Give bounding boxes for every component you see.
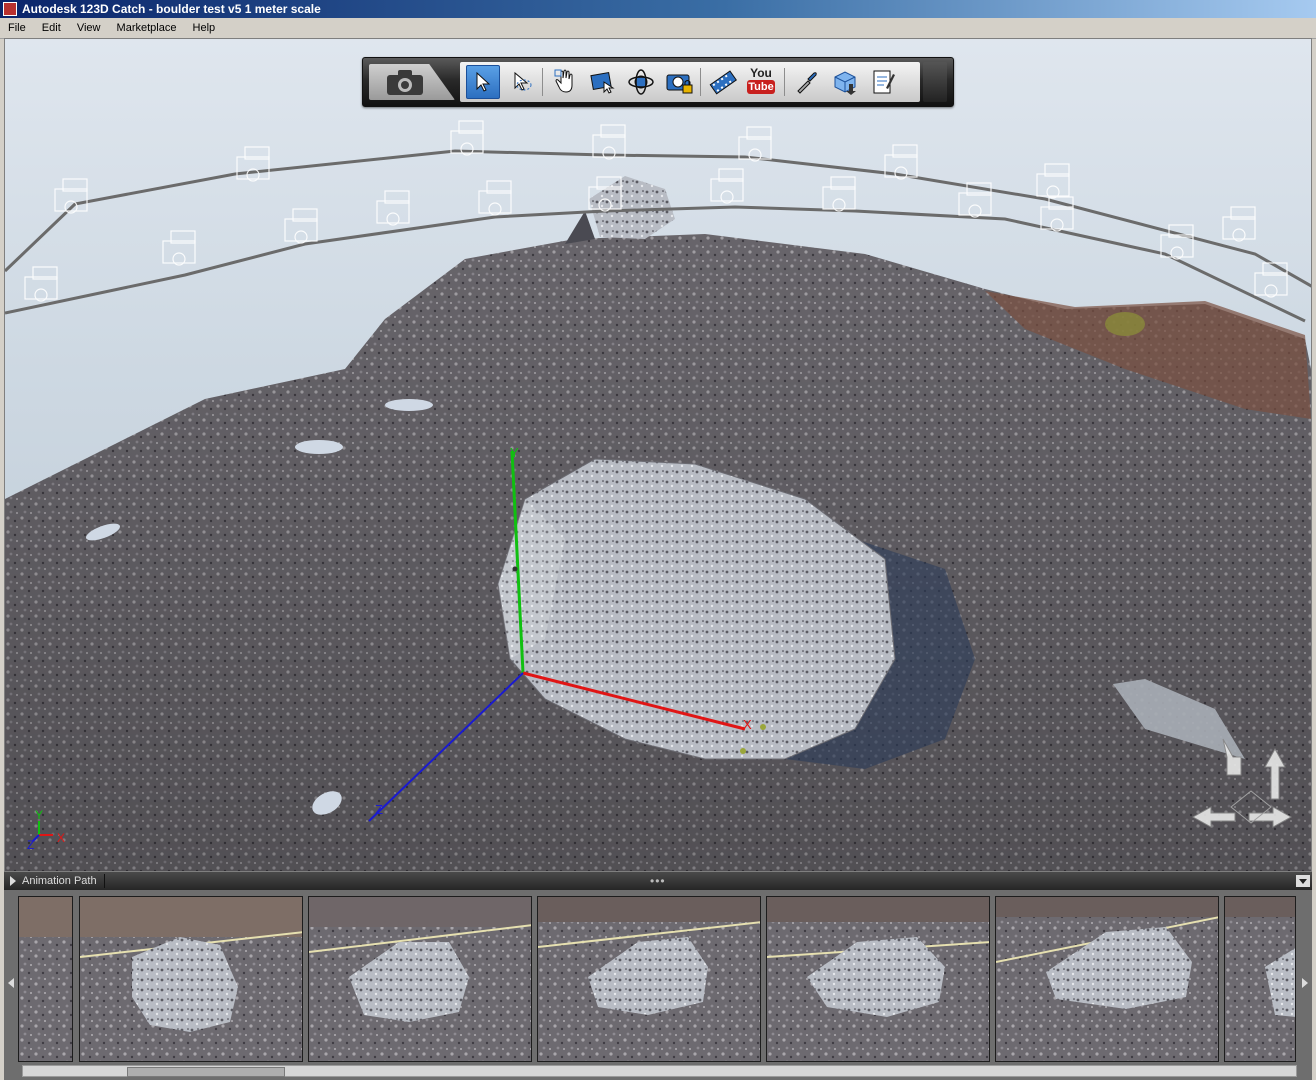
scene-canvas[interactable]: Y X Z Y X Z	[5, 39, 1312, 872]
photo-thumbnail[interactable]	[18, 896, 73, 1062]
photo-thumbnail[interactable]	[308, 896, 532, 1062]
3d-viewport[interactable]: Y X Z Y X Z You Tube	[4, 38, 1312, 872]
youtube-upload-button[interactable]: You Tube	[744, 65, 778, 99]
toolbar-end-cap	[923, 62, 947, 102]
panel-resize-grip[interactable]: •••	[650, 872, 666, 890]
mesh-export-icon	[834, 71, 856, 95]
camera-icon	[387, 70, 423, 95]
mini-axis-y-label: Y	[35, 808, 43, 822]
pan-tool-button[interactable]	[548, 65, 582, 99]
pan-hand-icon	[554, 69, 573, 93]
menu-bar: File Edit View Marketplace Help	[0, 18, 1316, 39]
main-toolbar: You Tube	[362, 57, 954, 107]
report-icon	[873, 70, 895, 94]
expand-caret-icon[interactable]	[10, 876, 16, 886]
youtube-you-label: You	[750, 66, 772, 80]
orbit-icon	[628, 69, 654, 95]
report-button[interactable]	[866, 65, 900, 99]
z-axis-label: Z	[375, 802, 383, 817]
background-boulder	[589, 176, 675, 239]
x-axis-label: X	[743, 717, 752, 732]
lasso-select-button[interactable]	[504, 65, 538, 99]
menu-file[interactable]: File	[3, 18, 31, 38]
mini-axis-x-label: X	[57, 831, 65, 845]
photo-thumbnail[interactable]	[79, 896, 303, 1062]
lasso-select-icon	[514, 71, 532, 91]
tool-strip: You Tube	[460, 62, 920, 102]
photo-thumbnail[interactable]	[1224, 896, 1296, 1062]
orbit-tool-button[interactable]	[624, 65, 658, 99]
title-bar: Autodesk 123D Catch - boulder test v5 1 …	[0, 0, 1316, 18]
youtube-icon: You Tube	[747, 67, 775, 97]
y-axis-label: Y	[510, 445, 519, 460]
lock-camera-icon	[666, 74, 693, 94]
window-title: Autodesk 123D Catch - boulder test v5 1 …	[22, 2, 321, 16]
menu-help[interactable]: Help	[188, 18, 221, 38]
film-strip-button[interactable]	[706, 65, 740, 99]
thumbnail-scrollbar[interactable]	[22, 1065, 1297, 1077]
menu-view[interactable]: View	[72, 18, 106, 38]
panel-dropdown-icon[interactable]	[1296, 875, 1310, 887]
photo-thumbnail-strip	[4, 890, 1312, 1080]
scrollbar-thumb[interactable]	[127, 1067, 285, 1077]
animation-path-header[interactable]: Animation Path •••	[4, 872, 1312, 890]
capture-tab[interactable]	[369, 64, 455, 100]
app-icon	[3, 2, 17, 16]
menu-edit[interactable]: Edit	[37, 18, 66, 38]
zoom-window-icon	[590, 71, 615, 94]
animation-path-label: Animation Path	[22, 875, 97, 887]
menu-marketplace[interactable]: Marketplace	[112, 18, 182, 38]
photo-thumbnail[interactable]	[995, 896, 1219, 1062]
youtube-tube-label: Tube	[747, 80, 775, 94]
select-tool-button[interactable]	[466, 65, 500, 99]
zoom-window-button[interactable]	[586, 65, 620, 99]
eyedropper-icon	[797, 72, 817, 94]
mini-axis-z-label: Z	[27, 838, 34, 852]
scroll-right-icon[interactable]	[1302, 978, 1308, 988]
lock-camera-button[interactable]	[662, 65, 696, 99]
select-icon	[476, 71, 491, 92]
scroll-left-icon[interactable]	[8, 978, 14, 988]
mesh-export-button[interactable]	[828, 65, 862, 99]
film-strip-icon	[709, 70, 737, 95]
photo-thumbnail[interactable]	[766, 896, 990, 1062]
eyedropper-button[interactable]	[790, 65, 824, 99]
photo-thumbnail[interactable]	[537, 896, 761, 1062]
